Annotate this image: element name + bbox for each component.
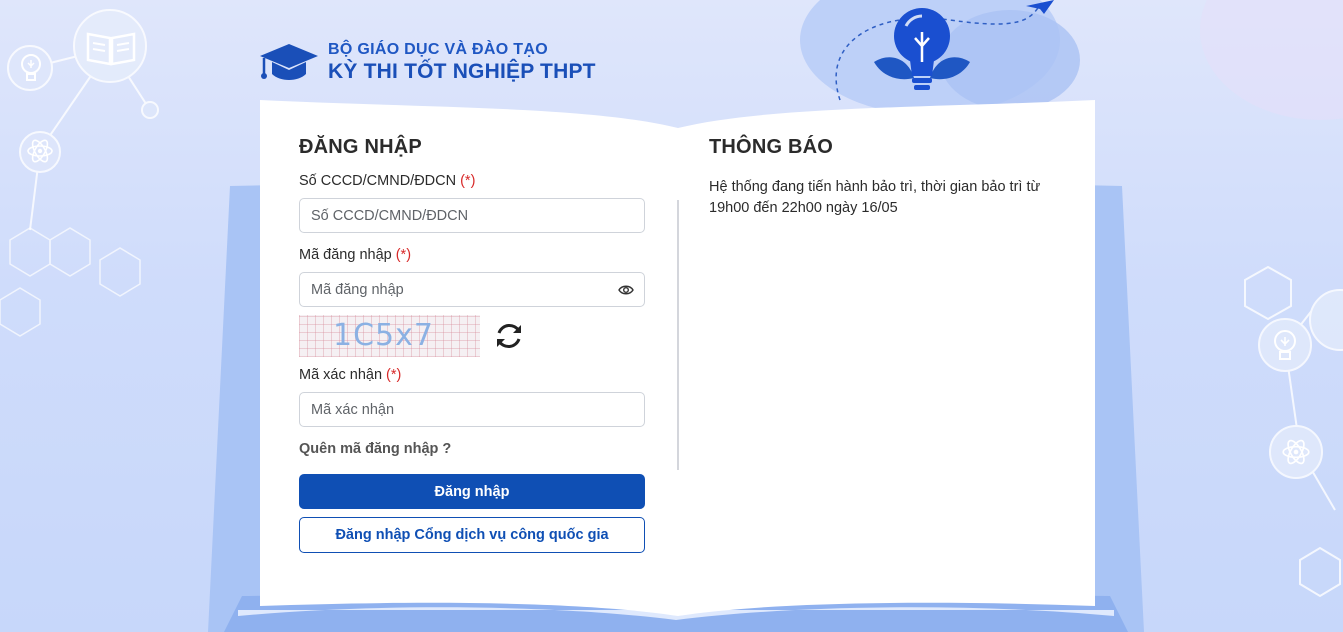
atom-icon <box>27 139 53 163</box>
lightbulb-right-icon <box>1274 330 1296 360</box>
required-mark: (*) <box>460 173 476 189</box>
login-form: ĐĂNG NHẬP Số CCCD/CMND/ĐDCN (*) Số CCCD/C… <box>299 136 645 553</box>
captcha-input[interactable]: Mã xác nhận <box>299 392 645 427</box>
notice-panel: THÔNG BÁO Hệ thống đang tiến hành bảo tr… <box>709 136 1059 219</box>
captcha-row: 1C5x7 <box>299 315 645 357</box>
paper-plane-icon <box>1026 0 1054 14</box>
login-button[interactable]: Đăng nhập <box>299 474 645 509</box>
captcha-image: 1C5x7 <box>299 315 480 357</box>
forgot-password-link[interactable]: Quên mã đăng nhập ? <box>299 441 645 457</box>
atom-right-icon <box>1282 439 1310 465</box>
notice-title: THÔNG BÁO <box>709 136 834 158</box>
login-title: ĐĂNG NHẬP <box>299 136 422 158</box>
refresh-icon[interactable] <box>492 319 526 353</box>
required-mark: (*) <box>395 247 412 263</box>
brand-header: BỘ GIÁO DỤC VÀ ĐÀO TẠO KỲ THI TỐT NGHIỆP… <box>258 40 596 84</box>
id-label-text: Số CCCD/CMND/ĐDCN <box>299 173 457 189</box>
ministry-name: BỘ GIÁO DỤC VÀ ĐÀO TẠO <box>328 40 548 58</box>
password-input[interactable]: Mã đăng nhập <box>299 272 645 307</box>
column-divider <box>677 200 679 470</box>
eye-icon[interactable] <box>618 282 634 298</box>
book-icon <box>86 32 136 66</box>
exam-title: KỲ THI TỐT NGHIỆP THPT <box>328 60 596 84</box>
captcha-label-text: Mã xác nhận <box>299 367 383 383</box>
id-number-placeholder: Số CCCD/CMND/ĐDCN <box>311 207 469 224</box>
id-field-label: Số CCCD/CMND/ĐDCN (*) <box>299 173 645 191</box>
password-label-text: Mã đăng nhập <box>299 247 392 263</box>
captcha-placeholder: Mã xác nhận <box>311 401 395 418</box>
lightbulb-small-icon <box>21 54 41 81</box>
password-placeholder: Mã đăng nhập <box>311 281 404 298</box>
national-portal-login-button[interactable]: Đăng nhập Cổng dịch vụ công quốc gia <box>299 517 645 553</box>
notice-body: Hệ thống đang tiến hành bảo trì, thời gi… <box>709 179 1041 216</box>
lightbulb-icon <box>874 8 970 90</box>
id-number-input[interactable]: Số CCCD/CMND/ĐDCN <box>299 198 645 233</box>
captcha-field-label: Mã xác nhận (*) <box>299 367 645 385</box>
graduation-cap-icon <box>260 44 318 80</box>
required-mark: (*) <box>386 367 402 383</box>
password-field-label: Mã đăng nhập (*) <box>299 247 645 265</box>
captcha-text: 1C5x7 <box>333 318 434 353</box>
